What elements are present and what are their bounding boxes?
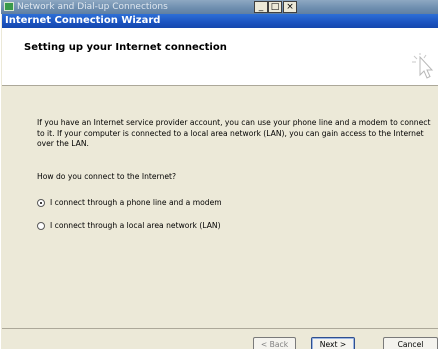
screen: Network and Dial-up Connections _ □ × In… — [0, 0, 445, 349]
cursor-icon — [412, 53, 434, 79]
radio-button[interactable] — [37, 222, 45, 230]
button-separator — [2, 328, 438, 329]
maximize-button[interactable]: □ — [268, 1, 282, 13]
page-title: Setting up your Internet connection — [24, 42, 227, 53]
option-phone-modem[interactable]: I connect through a phone line and a mod… — [37, 197, 222, 209]
background-window-title: Network and Dial-up Connections — [17, 2, 168, 12]
minimize-button[interactable]: _ — [254, 1, 268, 13]
wizard-title: Internet Connection Wizard — [5, 15, 161, 26]
intro-text: If you have an Internet service provider… — [37, 118, 431, 148]
network-connections-icon — [4, 2, 14, 11]
wizard-dialog: Internet Connection Wizard Setting up yo… — [2, 14, 438, 349]
next-button[interactable]: Next > — [311, 337, 355, 349]
back-button[interactable]: < Back — [253, 337, 296, 349]
option-label[interactable]: I connect through a local area network (… — [50, 221, 221, 231]
wizard-titlebar[interactable]: Internet Connection Wizard — [2, 14, 438, 28]
connection-question: How do you connect to the Internet? — [37, 172, 177, 181]
close-button[interactable]: × — [283, 1, 297, 13]
wizard-body: If you have an Internet service provider… — [2, 86, 438, 340]
radio-button-selected[interactable] — [37, 199, 45, 207]
wizard-header: Setting up your Internet connection — [2, 28, 438, 86]
background-window-titlebar[interactable]: Network and Dial-up Connections — [1, 0, 438, 14]
radio-dot — [40, 202, 42, 204]
desktop-edge — [438, 0, 445, 349]
option-lan[interactable]: I connect through a local area network (… — [37, 220, 221, 232]
cancel-button[interactable]: Cancel — [383, 337, 438, 349]
option-label[interactable]: I connect through a phone line and a mod… — [50, 198, 222, 208]
